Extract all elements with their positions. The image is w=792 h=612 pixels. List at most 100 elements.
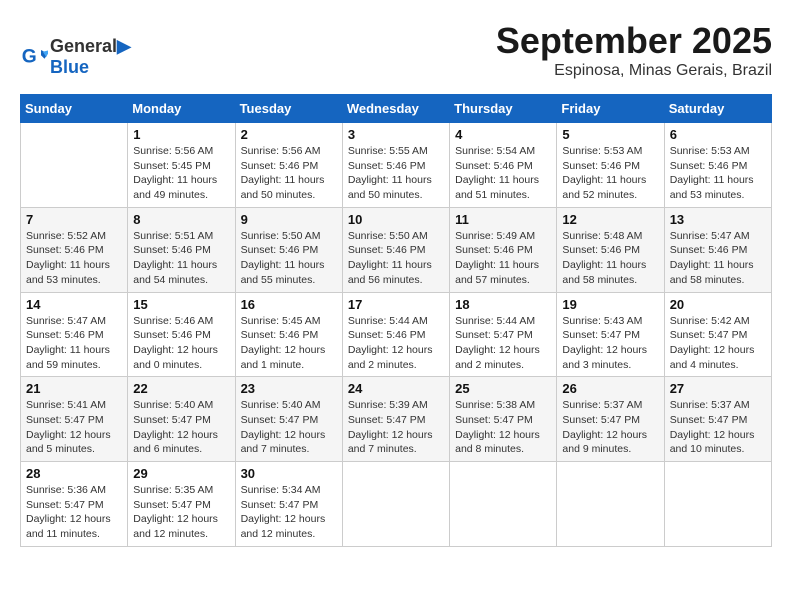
day-cell: 30 Sunrise: 5:34 AM Sunset: 5:47 PM Dayli… xyxy=(235,462,342,547)
day-info: Sunrise: 5:44 AM Sunset: 5:46 PM Dayligh… xyxy=(348,314,444,373)
day-info: Sunrise: 5:54 AM Sunset: 5:46 PM Dayligh… xyxy=(455,144,551,203)
day-number: 7 xyxy=(26,212,122,227)
day-cell: 27Sunrise: 5:37 AM Sunset: 5:47 PM Dayli… xyxy=(664,377,771,462)
day-cell: 19 Sunrise: 5:43 AM Sunset: 5:47 PM Dayli… xyxy=(557,292,664,377)
day-info: Sunrise: 5:53 AM Sunset: 5:46 PM Dayligh… xyxy=(562,144,658,203)
calendar-body: 1Sunrise: 5:56 AM Sunset: 5:45 PM Daylig… xyxy=(21,123,772,547)
header-friday: Friday xyxy=(557,95,664,123)
day-number: 30 xyxy=(241,466,337,481)
day-cell: 13 Sunrise: 5:47 AM Sunset: 5:46 PM Dayli… xyxy=(664,207,771,292)
day-number: 10 xyxy=(348,212,444,227)
day-number: 6 xyxy=(670,127,766,142)
day-cell: 29 Sunrise: 5:35 AM Sunset: 5:47 PM Dayli… xyxy=(128,462,235,547)
day-cell: 17 Sunrise: 5:44 AM Sunset: 5:46 PM Dayli… xyxy=(342,292,449,377)
day-cell: 12Sunrise: 5:48 AM Sunset: 5:46 PM Dayli… xyxy=(557,207,664,292)
header-saturday: Saturday xyxy=(664,95,771,123)
day-cell xyxy=(21,123,128,208)
day-info: Sunrise: 5:47 AM Sunset: 5:46 PM Dayligh… xyxy=(670,229,766,288)
day-number: 20 xyxy=(670,297,766,312)
calendar-header: SundayMondayTuesdayWednesdayThursdayFrid… xyxy=(21,95,772,123)
title-section: September 2025 Espinosa, Minas Gerais, B… xyxy=(496,20,772,80)
day-info: Sunrise: 5:55 AM Sunset: 5:46 PM Dayligh… xyxy=(348,144,444,203)
day-number: 11 xyxy=(455,212,551,227)
day-number: 29 xyxy=(133,466,229,481)
day-info: Sunrise: 5:37 AM Sunset: 5:47 PM Dayligh… xyxy=(562,398,658,457)
day-cell: 14 Sunrise: 5:47 AM Sunset: 5:46 PM Dayli… xyxy=(21,292,128,377)
day-number: 13 xyxy=(670,212,766,227)
day-info: Sunrise: 5:38 AM Sunset: 5:47 PM Dayligh… xyxy=(455,398,551,457)
day-number: 12 xyxy=(562,212,658,227)
day-number: 21 xyxy=(26,381,122,396)
header-tuesday: Tuesday xyxy=(235,95,342,123)
day-cell: 20 Sunrise: 5:42 AM Sunset: 5:47 PM Dayli… xyxy=(664,292,771,377)
day-cell xyxy=(557,462,664,547)
day-cell: 11 Sunrise: 5:49 AM Sunset: 5:46 PM Dayli… xyxy=(450,207,557,292)
week-row-4: 28 Sunrise: 5:36 AM Sunset: 5:47 PM Dayli… xyxy=(21,462,772,547)
day-cell: 16 Sunrise: 5:45 AM Sunset: 5:46 PM Dayli… xyxy=(235,292,342,377)
header-wednesday: Wednesday xyxy=(342,95,449,123)
day-info: Sunrise: 5:49 AM Sunset: 5:46 PM Dayligh… xyxy=(455,229,551,288)
day-number: 16 xyxy=(241,297,337,312)
day-number: 25 xyxy=(455,381,551,396)
logo: G General▶ Blue xyxy=(20,36,131,78)
day-info: Sunrise: 5:35 AM Sunset: 5:47 PM Dayligh… xyxy=(133,483,229,542)
day-cell: 25 Sunrise: 5:38 AM Sunset: 5:47 PM Dayli… xyxy=(450,377,557,462)
day-info: Sunrise: 5:40 AM Sunset: 5:47 PM Dayligh… xyxy=(133,398,229,457)
day-cell: 23 Sunrise: 5:40 AM Sunset: 5:47 PM Dayli… xyxy=(235,377,342,462)
day-info: Sunrise: 5:45 AM Sunset: 5:46 PM Dayligh… xyxy=(241,314,337,373)
header-sunday: Sunday xyxy=(21,95,128,123)
day-info: Sunrise: 5:56 AM Sunset: 5:46 PM Dayligh… xyxy=(241,144,337,203)
day-cell: 2 Sunrise: 5:56 AM Sunset: 5:46 PM Daylig… xyxy=(235,123,342,208)
week-row-3: 21 Sunrise: 5:41 AM Sunset: 5:47 PM Dayli… xyxy=(21,377,772,462)
day-cell xyxy=(342,462,449,547)
day-info: Sunrise: 5:46 AM Sunset: 5:46 PM Dayligh… xyxy=(133,314,229,373)
day-number: 24 xyxy=(348,381,444,396)
day-cell: 18 Sunrise: 5:44 AM Sunset: 5:47 PM Dayli… xyxy=(450,292,557,377)
header-monday: Monday xyxy=(128,95,235,123)
day-info: Sunrise: 5:34 AM Sunset: 5:47 PM Dayligh… xyxy=(241,483,337,542)
day-number: 22 xyxy=(133,381,229,396)
calendar-table: SundayMondayTuesdayWednesdayThursdayFrid… xyxy=(20,94,772,547)
day-info: Sunrise: 5:43 AM Sunset: 5:47 PM Dayligh… xyxy=(562,314,658,373)
logo-icon: G xyxy=(20,43,48,71)
day-number: 8 xyxy=(133,212,229,227)
day-info: Sunrise: 5:37 AM Sunset: 5:47 PM Dayligh… xyxy=(670,398,766,457)
day-cell: 1Sunrise: 5:56 AM Sunset: 5:45 PM Daylig… xyxy=(128,123,235,208)
day-number: 17 xyxy=(348,297,444,312)
header-thursday: Thursday xyxy=(450,95,557,123)
day-cell: 10 Sunrise: 5:50 AM Sunset: 5:46 PM Dayli… xyxy=(342,207,449,292)
day-info: Sunrise: 5:47 AM Sunset: 5:46 PM Dayligh… xyxy=(26,314,122,373)
day-number: 2 xyxy=(241,127,337,142)
day-cell: 22 Sunrise: 5:40 AM Sunset: 5:47 PM Dayli… xyxy=(128,377,235,462)
day-cell: 26 Sunrise: 5:37 AM Sunset: 5:47 PM Dayli… xyxy=(557,377,664,462)
day-info: Sunrise: 5:44 AM Sunset: 5:47 PM Dayligh… xyxy=(455,314,551,373)
day-info: Sunrise: 5:53 AM Sunset: 5:46 PM Dayligh… xyxy=(670,144,766,203)
day-cell: 3Sunrise: 5:55 AM Sunset: 5:46 PM Daylig… xyxy=(342,123,449,208)
day-info: Sunrise: 5:52 AM Sunset: 5:46 PM Dayligh… xyxy=(26,229,122,288)
day-cell: 9Sunrise: 5:50 AM Sunset: 5:46 PM Daylig… xyxy=(235,207,342,292)
day-cell: 28 Sunrise: 5:36 AM Sunset: 5:47 PM Dayli… xyxy=(21,462,128,547)
day-number: 18 xyxy=(455,297,551,312)
day-number: 23 xyxy=(241,381,337,396)
day-cell: 15Sunrise: 5:46 AM Sunset: 5:46 PM Dayli… xyxy=(128,292,235,377)
week-row-0: 1Sunrise: 5:56 AM Sunset: 5:45 PM Daylig… xyxy=(21,123,772,208)
day-number: 14 xyxy=(26,297,122,312)
day-cell: 6 Sunrise: 5:53 AM Sunset: 5:46 PM Daylig… xyxy=(664,123,771,208)
day-info: Sunrise: 5:41 AM Sunset: 5:47 PM Dayligh… xyxy=(26,398,122,457)
day-cell: 8Sunrise: 5:51 AM Sunset: 5:46 PM Daylig… xyxy=(128,207,235,292)
day-info: Sunrise: 5:36 AM Sunset: 5:47 PM Dayligh… xyxy=(26,483,122,542)
month-title: September 2025 xyxy=(496,20,772,62)
day-number: 26 xyxy=(562,381,658,396)
day-number: 5 xyxy=(562,127,658,142)
day-info: Sunrise: 5:50 AM Sunset: 5:46 PM Dayligh… xyxy=(348,229,444,288)
day-info: Sunrise: 5:40 AM Sunset: 5:47 PM Dayligh… xyxy=(241,398,337,457)
day-number: 4 xyxy=(455,127,551,142)
day-cell xyxy=(664,462,771,547)
day-info: Sunrise: 5:42 AM Sunset: 5:47 PM Dayligh… xyxy=(670,314,766,373)
day-number: 1 xyxy=(133,127,229,142)
day-number: 19 xyxy=(562,297,658,312)
day-number: 28 xyxy=(26,466,122,481)
day-number: 9 xyxy=(241,212,337,227)
day-cell: 21 Sunrise: 5:41 AM Sunset: 5:47 PM Dayli… xyxy=(21,377,128,462)
location-title: Espinosa, Minas Gerais, Brazil xyxy=(496,62,772,80)
